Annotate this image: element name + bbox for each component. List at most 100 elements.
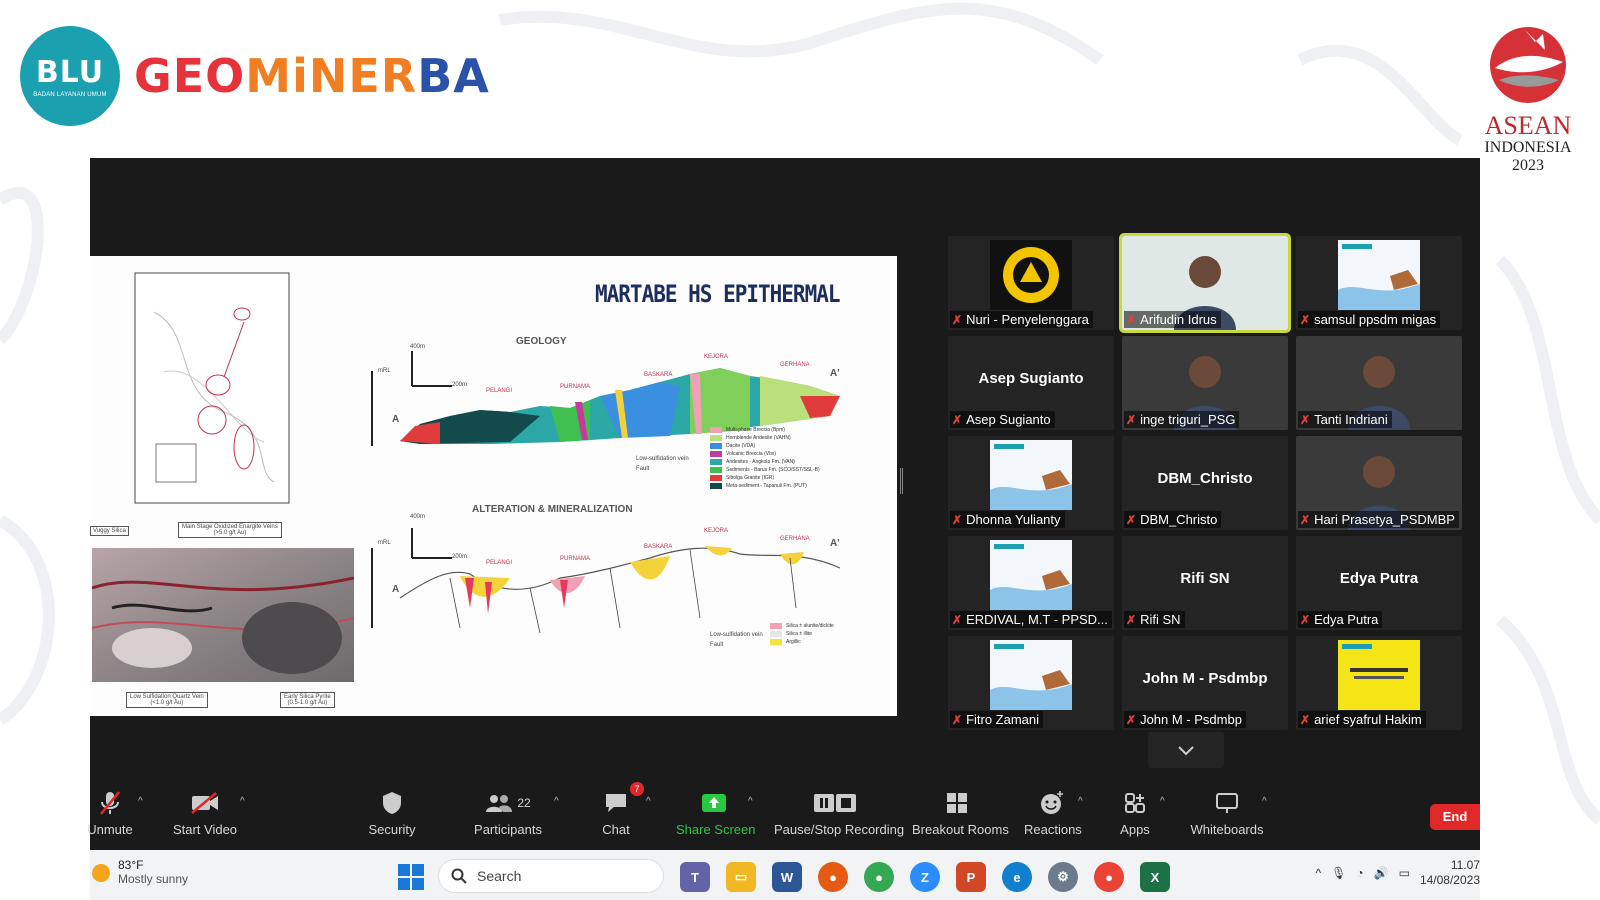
participant-display-name: Asep Sugianto [978,370,1084,387]
tray-overflow-icon[interactable]: ^ [1316,866,1322,880]
chrome-profile-icon[interactable]: ● [1094,862,1124,892]
participants-button[interactable]: 22 Participants [468,788,548,837]
alteration-heading: ALTERATION & MINERALIZATION [472,504,633,515]
unmute-label: Unmute [87,822,133,837]
blu-logo: BLU BADAN LAYANAN UMUM [20,26,120,126]
battery-icon[interactable]: ▭ [1399,866,1410,880]
muted-microphone-icon: ✗ [1300,612,1311,627]
alt-mrl: mRL [378,540,391,546]
firefox-icon[interactable]: ● [818,862,848,892]
participant-tile[interactable]: John M - Psdmbp ✗ John M - Psdmbp [1122,636,1288,730]
chrome-icon[interactable]: ● [864,862,894,892]
participant-name: Tanti Indriani [1314,412,1388,427]
muted-microphone-icon: ✗ [1126,612,1137,627]
system-clock[interactable]: 11.07 14/08/2023 [1420,858,1480,888]
excel-app-icon[interactable]: X [1140,862,1170,892]
whiteboards-button[interactable]: Whiteboards [1190,788,1264,837]
share-options-caret[interactable]: ^ [748,796,753,807]
pause-stop-icon [814,794,856,812]
taskbar-search[interactable]: Search [438,859,664,893]
muted-microphone-icon: ✗ [1300,412,1311,427]
reactions-button[interactable]: Reactions [1024,788,1082,837]
word-app-icon[interactable]: W [772,862,802,892]
audio-options-caret[interactable]: ^ [138,796,143,807]
teams-app-icon[interactable]: T [680,862,710,892]
wifi-icon[interactable]: ◔ [1356,866,1363,880]
volume-icon[interactable]: 🔊 [1374,866,1389,880]
participant-tile[interactable]: ✗ Hari Prasetya_PSDMBP [1296,436,1462,530]
powerpoint-app-icon[interactable]: P [956,862,986,892]
video-options-caret[interactable]: ^ [240,796,245,807]
vuggy-silica-label: Vuggy Silica [90,526,129,536]
legend-row: Multi-phase Breccia (Bpm) [710,426,820,434]
participant-tile[interactable]: Edya Putra ✗ Edya Putra [1296,536,1462,630]
blu-logo-text: BLU [35,54,105,90]
legend-row: Dacite (VDA) [710,442,820,450]
participant-tile[interactable]: ✗ Nuri - Penyelenggara [948,236,1114,330]
participant-name: John M - Psdmbp [1140,712,1242,727]
participant-name-label: ✗ John M - Psdmbp [1124,711,1246,728]
muted-microphone-icon: ✗ [1126,512,1137,527]
share-screen-button[interactable]: Share Screen [676,788,756,837]
apps-options-caret[interactable]: ^ [1160,796,1165,807]
participant-tile[interactable]: ✗ arief syafrul Hakim [1296,636,1462,730]
settings-gear-icon[interactable]: ⚙ [1048,862,1078,892]
participant-name-label: ✗ Hari Prasetya_PSDMBP [1298,511,1459,528]
participant-name-label: ✗ Dhonna Yulianty [950,511,1065,528]
participant-display-name: DBM_Christo [1157,470,1253,487]
asean-year: 2023 [1512,157,1544,174]
participant-tile[interactable]: ✗ inge triguri_PSG [1122,336,1288,430]
whiteboards-label: Whiteboards [1190,822,1264,837]
participant-name-label: ✗ Rifi SN [1124,611,1185,628]
alt-place-pelangi: PELANGI [486,560,513,566]
geominerba-logo: GEOMiNERBA [134,49,490,103]
start-video-button[interactable]: Start Video [172,788,238,837]
participant-tile[interactable]: Asep Sugianto ✗ Asep Sugianto [948,336,1114,430]
alt-place-kejora: KEJORA [704,528,729,534]
participant-tile[interactable]: ✗ ERDIVAL, M.T - PPSD... [948,536,1114,630]
splitter-handle[interactable] [900,468,903,494]
participant-name: Arifudin Idrus [1140,312,1217,327]
participant-tile[interactable]: ✗ Tanti Indriani [1296,336,1462,430]
geo-place-kejora: KEJORA [704,354,729,360]
reactions-options-caret[interactable]: ^ [1078,796,1083,807]
weather-widget[interactable]: 83°F Mostly sunny [92,858,188,886]
muted-microphone-icon: ✗ [1300,312,1311,327]
participants-options-caret[interactable]: ^ [554,796,559,807]
edge-icon[interactable]: e [1002,862,1032,892]
search-placeholder: Search [477,868,522,884]
participant-tile[interactable]: ✗ samsul ppsdm migas [1296,236,1462,330]
asean-swirl-icon [1490,27,1566,103]
participant-tile[interactable]: Rifi SN ✗ Rifi SN [1122,536,1288,630]
participant-tile[interactable]: DBM_Christo ✗ DBM_Christo [1122,436,1288,530]
end-meeting-button[interactable]: End [1430,804,1480,830]
file-explorer-icon[interactable]: ▭ [726,862,756,892]
windows-start-icon[interactable] [398,864,424,890]
participant-tile[interactable]: ✗ Arifudin Idrus [1119,233,1291,333]
muted-microphone-icon: ✗ [952,312,963,327]
gallery-next-page-button[interactable] [1148,732,1224,768]
participant-name: samsul ppsdm migas [1314,312,1437,327]
zoom-app-icon[interactable]: Z [910,862,940,892]
recording-button[interactable]: Pause/Stop Recording [774,788,904,837]
security-button[interactable]: Security [368,788,416,837]
participant-name: Hari Prasetya_PSDMBP [1314,512,1455,527]
apps-button[interactable]: Apps [1118,788,1152,837]
unmute-button[interactable]: Unmute [86,788,134,837]
chat-button[interactable]: 7 Chat [596,782,644,837]
participant-tile[interactable]: ✗ Dhonna Yulianty [948,436,1114,530]
breakout-rooms-button[interactable]: Breakout Rooms [912,788,1009,837]
muted-microphone-icon: ✗ [1126,312,1137,327]
shared-screen[interactable]: Vuggy Silica Main Stage Oxidized Enargit… [90,256,897,716]
legend-row: Sibolga Granite (IGR) [710,474,820,482]
participant-tile[interactable]: ✗ Fitro Zamani [948,636,1114,730]
legend-row: Meta-sediment - Tapanuli Fm. (PUT) [710,482,820,490]
whiteboards-options-caret[interactable]: ^ [1262,796,1267,807]
geo-scale-200: 200m [452,382,468,388]
alt-fault-legend: Fault [710,642,724,648]
microphone-icon[interactable]: 🎙 [1331,866,1346,880]
participants-icon [486,795,513,812]
chat-options-caret[interactable]: ^ [646,796,651,807]
alt-place-baskara: BASKARA [644,544,673,550]
participant-name: Nuri - Penyelenggara [966,312,1089,327]
